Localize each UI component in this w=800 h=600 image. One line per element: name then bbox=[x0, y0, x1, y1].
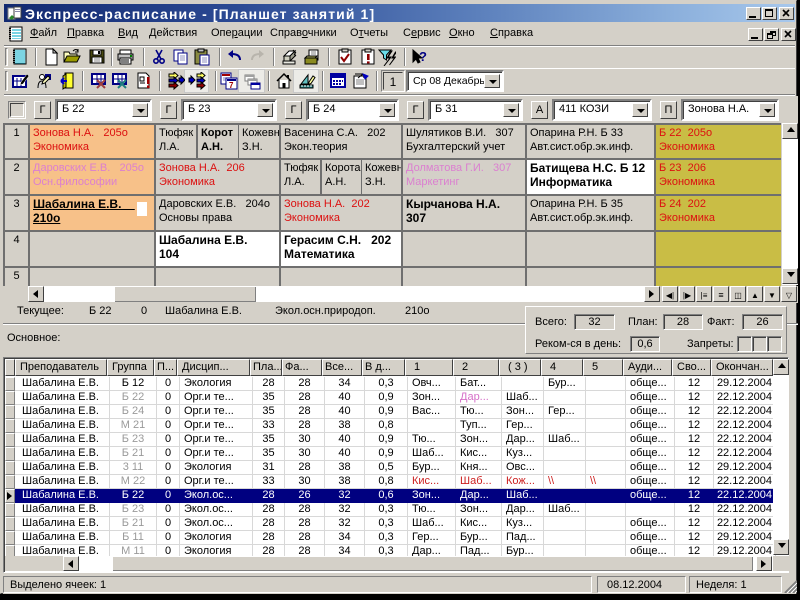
svg-text:7: 7 bbox=[229, 81, 234, 90]
svg-text:?: ? bbox=[419, 49, 427, 64]
